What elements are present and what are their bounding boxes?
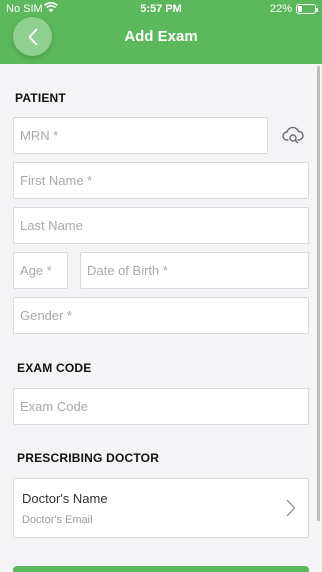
patient-section-title: PATIENT xyxy=(15,91,66,105)
last-name-input[interactable] xyxy=(14,208,308,243)
doctor-name: Doctor's Name xyxy=(22,491,108,506)
exam-code-field[interactable] xyxy=(13,388,309,425)
header-bar: No SIM 5:57 PM 22% Add Exam xyxy=(0,0,322,64)
scrollbar[interactable] xyxy=(317,66,320,521)
exam-code-input[interactable] xyxy=(14,389,308,424)
exam-code-section-title: EXAM CODE xyxy=(17,361,92,375)
doctor-selector[interactable]: Doctor's Name Doctor's Email xyxy=(13,478,309,538)
cloud-search-icon[interactable] xyxy=(282,124,304,146)
age-field[interactable] xyxy=(13,252,68,289)
first-name-field[interactable] xyxy=(13,162,309,199)
date-of-birth-input[interactable] xyxy=(81,253,308,288)
status-bar: No SIM 5:57 PM 22% xyxy=(0,0,322,18)
submit-button[interactable] xyxy=(13,566,309,572)
gender-field[interactable] xyxy=(13,297,309,334)
prescribing-doctor-section-title: PRESCRIBING DOCTOR xyxy=(17,451,160,465)
doctor-email: Doctor's Email xyxy=(22,514,93,526)
mrn-input[interactable] xyxy=(14,118,267,153)
chevron-right-icon xyxy=(286,499,296,517)
first-name-input[interactable] xyxy=(14,163,308,198)
age-input[interactable] xyxy=(14,253,67,288)
page-title: Add Exam xyxy=(124,28,198,45)
mrn-field[interactable] xyxy=(13,117,268,154)
battery-fill xyxy=(298,6,302,12)
battery-percent: 22% xyxy=(269,3,292,15)
battery-icon xyxy=(296,4,318,14)
gender-input[interactable] xyxy=(14,298,308,333)
last-name-field[interactable] xyxy=(13,207,309,244)
date-of-birth-field[interactable] xyxy=(80,252,309,289)
